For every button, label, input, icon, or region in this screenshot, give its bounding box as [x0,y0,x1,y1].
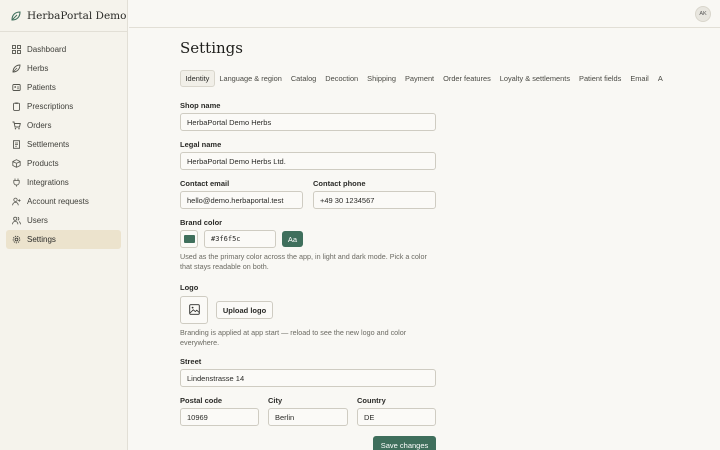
legal-name-label: Legal name [180,140,222,149]
logo-label: Logo [180,283,199,292]
city-label: City [268,396,283,405]
user-plus-icon [12,197,21,206]
sidebar-item-label: Herbs [27,64,49,73]
sidebar-item-patients[interactable]: Patients [6,78,121,97]
tab-decoction[interactable]: Decoction [321,70,363,87]
sidebar-item-settings[interactable]: Settings [6,230,121,249]
country-input[interactable]: DE [357,408,436,426]
sidebar-item-integrations[interactable]: Integrations [6,173,121,192]
sidebar-item-herbs[interactable]: Herbs [6,59,121,78]
sidebar-item-label: Account requests [27,197,89,206]
street-label: Street [180,357,202,366]
logo-preview [180,296,208,324]
brand-color-hex-input[interactable]: #3f6f5c [204,230,276,248]
brand[interactable]: HerbaPortal Demo ... [0,0,127,32]
leaf-icon [10,10,22,22]
sidebar-item-label: Patients [27,83,56,92]
brand-color-label: Brand color [180,218,223,227]
sidebar-item-label: Orders [27,121,52,130]
sidebar-item-users[interactable]: Users [6,211,121,230]
clipboard-icon [12,102,21,111]
tab-loyalty-settlements[interactable]: Loyalty & settlements [495,70,574,87]
cart-icon [12,121,21,130]
contact-email-label: Contact email [180,179,230,188]
color-preview-badge: Aa [282,231,303,247]
sidebar-item-prescriptions[interactable]: Prescriptions [6,97,121,116]
sidebar-item-settlements[interactable]: Settlements [6,135,121,154]
shop-name-input[interactable]: HerbaPortal Demo Herbs [180,113,436,131]
sidebar-item-products[interactable]: Products [6,154,121,173]
tab-patient-fields[interactable]: Patient fields [575,70,626,87]
tab-language-region[interactable]: Language & region [215,70,286,87]
sidebar-item-orders[interactable]: Orders [6,116,121,135]
save-changes-button[interactable]: Save changes [373,436,436,450]
sidebar-item-label: Integrations [27,178,69,187]
street-input[interactable]: Lindenstrasse 14 [180,369,436,387]
leaf-icon [12,64,21,73]
legal-name-input[interactable]: HerbaPortal Demo Herbs Ltd. [180,152,436,170]
patient-card-icon [12,83,21,92]
sidebar-item-dashboard[interactable]: Dashboard [6,40,121,59]
tab-payment[interactable]: Payment [400,70,438,87]
tab-catalog[interactable]: Catalog [286,70,320,87]
logo-help: Branding is applied at app start — reloa… [180,328,407,347]
avatar[interactable]: AK [695,6,711,22]
tab-order-features[interactable]: Order features [439,70,496,87]
brand-name: HerbaPortal Demo ... [27,9,127,22]
grid-icon [12,45,21,54]
tab-email[interactable]: Email [626,70,653,87]
sidebar: HerbaPortal Demo ... Dashboard Herbs Pat… [0,0,128,450]
settings-tabs: Identity Language & region Catalog Decoc… [180,70,670,87]
tab-identity[interactable]: Identity [180,70,215,87]
brand-color-help: Used as the primary color across the app… [180,252,427,271]
upload-logo-button[interactable]: Upload logo [216,301,273,319]
sidebar-item-account-requests[interactable]: Account requests [6,192,121,211]
shop-name-label: Shop name [180,101,221,110]
receipt-icon [12,140,21,149]
color-swatch-fill [183,235,195,243]
contact-email-input[interactable]: hello@demo.herbaportal.test [180,191,303,209]
tab-truncated[interactable]: A [653,70,667,87]
tab-shipping[interactable]: Shipping [363,70,401,87]
postal-code-input[interactable]: 10969 [180,408,259,426]
color-picker-swatch[interactable] [180,230,198,248]
city-input[interactable]: Berlin [268,408,348,426]
image-icon [188,303,200,317]
sidebar-item-label: Users [27,216,48,225]
topbar: AK [129,0,720,28]
postal-code-label: Postal code [180,396,223,405]
sidebar-item-label: Dashboard [27,45,67,54]
country-label: Country [357,396,386,405]
sidebar-item-label: Settlements [27,140,70,149]
sidebar-item-label: Prescriptions [27,102,74,111]
box-icon [12,159,21,168]
sidebar-item-label: Products [27,159,59,168]
sidebar-nav: Dashboard Herbs Patients Prescriptions O… [0,32,127,249]
sidebar-item-label: Settings [27,235,56,244]
plug-icon [12,178,21,187]
users-icon [12,216,21,225]
contact-phone-input[interactable]: +49 30 1234567 [313,191,436,209]
contact-phone-label: Contact phone [313,179,366,188]
gear-icon [12,235,21,244]
page-title: Settings [180,39,243,57]
